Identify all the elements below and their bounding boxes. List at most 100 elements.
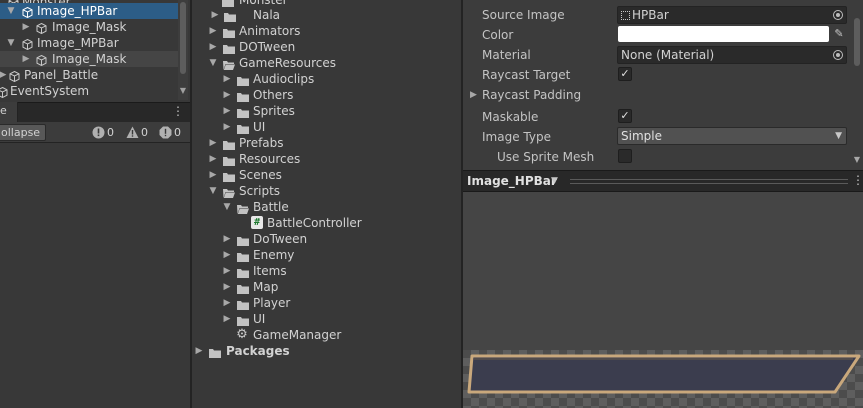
- collapse-arrow-icon[interactable]: ▼: [208, 55, 218, 71]
- use-sprite-mesh-label: Use Sprite Mesh: [497, 150, 595, 164]
- use-sprite-mesh-checkbox[interactable]: [618, 149, 632, 163]
- kebab-menu-icon[interactable]: ⋮: [172, 104, 184, 120]
- color-label: Color: [482, 28, 514, 42]
- hierarchy-item-image-mask[interactable]: ▶ Image_Mask: [0, 51, 178, 67]
- hpbar-sprite-preview: [467, 354, 861, 394]
- project-item-label: Battle: [253, 200, 289, 214]
- folder-icon: [223, 170, 235, 182]
- use-sprite-mesh-row: Use Sprite Mesh: [463, 147, 850, 167]
- folder-icon: [237, 314, 249, 326]
- hierarchy-item-image-mpbar[interactable]: ▼ Image_MPBar: [0, 35, 178, 51]
- collapse-arrow-icon[interactable]: ▼: [208, 183, 218, 199]
- hierarchy-item-image-hpbar[interactable]: ▼ Image_HPBar: [0, 3, 178, 19]
- error-count-toggle[interactable]: 0: [157, 124, 181, 141]
- folder-icon: [237, 234, 249, 246]
- expand-arrow-icon[interactable]: ▶: [222, 231, 232, 247]
- hierarchy-item-label: Image_Mask: [52, 20, 127, 34]
- project-item-label: Map: [253, 280, 279, 294]
- object-picker-icon[interactable]: [833, 10, 843, 20]
- hierarchy-scroll-thumb[interactable]: [180, 2, 186, 74]
- kebab-menu-icon[interactable]: ⋮: [852, 173, 863, 189]
- maskable-checkbox[interactable]: ✓: [618, 109, 632, 123]
- dropdown-arrow-icon[interactable]: ▼: [551, 173, 558, 189]
- expand-arrow-icon[interactable]: ▶: [222, 263, 232, 279]
- project-item-label: Others: [253, 88, 294, 102]
- sprite-icon: [621, 11, 630, 20]
- project-item-label: UI: [253, 120, 266, 134]
- collapse-button[interactable]: ollapse: [0, 124, 46, 141]
- raycast-padding-row[interactable]: ▶ Raycast Padding: [463, 85, 850, 105]
- scroll-down-arrow-icon[interactable]: ▼: [178, 86, 188, 98]
- object-picker-icon[interactable]: [833, 50, 843, 60]
- project-item-label: DOTween: [239, 40, 296, 54]
- console-tab-bar: [0, 102, 190, 122]
- expand-arrow-icon[interactable]: ▶: [208, 135, 218, 151]
- expand-arrow-icon[interactable]: ▼: [6, 3, 16, 19]
- warning-count: 0: [141, 126, 148, 139]
- folder-icon: [237, 122, 249, 134]
- raycast-padding-label: Raycast Padding: [482, 88, 582, 102]
- expand-arrow-icon[interactable]: ▶: [222, 279, 232, 295]
- warning-count-toggle[interactable]: 0: [124, 124, 148, 141]
- expand-arrow-icon[interactable]: ▶: [208, 39, 218, 55]
- expand-arrow-icon[interactable]: ▶: [222, 247, 232, 263]
- expand-arrow-icon[interactable]: ▶: [222, 71, 232, 87]
- folder-icon: [224, 10, 236, 22]
- expand-arrow-icon[interactable]: ▶: [470, 85, 477, 105]
- folder-icon: [237, 74, 249, 86]
- expand-arrow-icon[interactable]: ▶: [210, 7, 220, 23]
- expand-arrow-icon[interactable]: ▶: [208, 167, 218, 183]
- hierarchy-item-label: EventSystem: [10, 84, 90, 98]
- inspector-scroll-thumb[interactable]: [854, 18, 860, 66]
- expand-arrow-icon[interactable]: ▼: [6, 35, 16, 51]
- expand-arrow-icon[interactable]: ▶: [222, 103, 232, 119]
- expand-arrow-icon[interactable]: ▶: [222, 87, 232, 103]
- raycast-target-row: Raycast Target: [463, 65, 850, 85]
- collapse-arrow-icon[interactable]: ▼: [222, 199, 232, 215]
- hierarchy-item-panel-battle[interactable]: ▶ Panel_Battle: [0, 67, 178, 83]
- hierarchy-item-eventsystem[interactable]: EventSystem: [0, 83, 178, 99]
- project-item-label: Animators: [239, 24, 301, 38]
- info-count-toggle[interactable]: 0: [90, 124, 114, 141]
- source-image-field[interactable]: HPBar: [617, 6, 847, 24]
- eyedropper-icon[interactable]: ✎: [831, 26, 847, 42]
- csharp-script-icon: #: [251, 216, 263, 229]
- preview-title[interactable]: Image_HPBar: [467, 173, 557, 189]
- expand-arrow-icon[interactable]: ▶: [0, 67, 8, 83]
- image-type-select[interactable]: Simple ▼: [617, 127, 847, 145]
- folder-icon: [237, 282, 249, 294]
- folder-icon: [237, 266, 249, 278]
- folder-icon: [237, 250, 249, 262]
- error-count: 0: [174, 126, 181, 139]
- expand-arrow-icon[interactable]: ▶: [222, 119, 232, 135]
- expand-arrow-icon[interactable]: ▶: [21, 19, 31, 35]
- maskable-label: Maskable: [482, 110, 539, 124]
- scroll-down-arrow-icon[interactable]: ▼: [851, 155, 863, 167]
- project-item-label: Nala: [253, 8, 281, 22]
- project-item-label: GameManager: [253, 328, 342, 342]
- hierarchy-item-label: Panel_Battle: [24, 68, 99, 82]
- error-icon: [159, 126, 172, 139]
- image-type-value: Simple: [621, 129, 662, 143]
- project-item-label: Audioclips: [253, 72, 315, 86]
- project-item-label: DoTween: [253, 232, 308, 246]
- hierarchy-item-label: Image_MPBar: [37, 36, 119, 50]
- preview-resize-handle[interactable]: [570, 179, 848, 184]
- material-field[interactable]: None (Material): [617, 46, 847, 64]
- hierarchy-item-image-mask[interactable]: ▶ Image_Mask: [0, 19, 178, 35]
- expand-arrow-icon[interactable]: ▶: [194, 343, 204, 359]
- project-item-label: Items: [253, 264, 287, 278]
- expand-arrow-icon[interactable]: ▶: [208, 23, 218, 39]
- expand-arrow-icon[interactable]: ▶: [208, 151, 218, 167]
- gameobject-cube-icon: [22, 6, 33, 19]
- expand-arrow-icon[interactable]: ▶: [21, 51, 31, 67]
- image-type-label: Image Type: [482, 130, 551, 144]
- folder-icon: [209, 346, 221, 358]
- raycast-target-checkbox[interactable]: ✓: [618, 67, 632, 81]
- color-swatch[interactable]: [618, 26, 829, 42]
- folder-icon: [237, 106, 249, 118]
- project-item-label: BattleController: [267, 216, 362, 230]
- expand-arrow-icon[interactable]: ▶: [222, 311, 232, 327]
- expand-arrow-icon[interactable]: ▶: [222, 295, 232, 311]
- console-log-area[interactable]: [0, 143, 190, 408]
